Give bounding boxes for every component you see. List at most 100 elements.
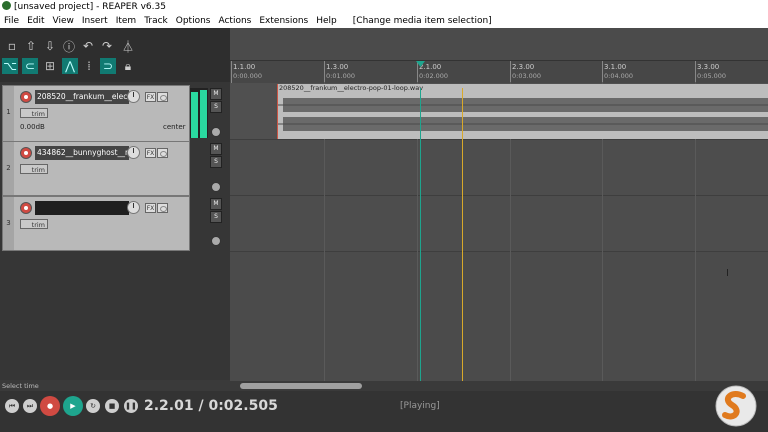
pause-button[interactable]: ❚❚ — [124, 399, 138, 413]
track-1[interactable]: 1 208520__frankum__elec FX trim 0.00dB c… — [2, 85, 190, 142]
ruler-time-label: 0:01.000 — [326, 72, 356, 80]
volume-knob[interactable] — [127, 201, 140, 214]
redo-icon[interactable]: ↷ — [99, 38, 115, 54]
repeat-button[interactable]: ↻ — [86, 399, 100, 413]
fx-bypass-button[interactable] — [157, 92, 168, 102]
metronome-icon[interactable]: ⏃ — [120, 38, 136, 54]
trim-button[interactable]: trim — [20, 108, 48, 118]
mute-button[interactable]: M — [210, 143, 222, 155]
ruler-tick — [231, 61, 232, 83]
record-arm-button[interactable] — [20, 91, 32, 103]
record-button[interactable]: ● — [40, 396, 60, 416]
item-grouping-icon[interactable]: ⊂ — [22, 58, 38, 74]
ruler-time-label: 0:05.000 — [697, 72, 727, 80]
goto-start-button[interactable]: ⏮ — [5, 399, 19, 413]
fx-button[interactable]: FX — [145, 148, 156, 158]
stop-button[interactable]: ■ — [105, 399, 119, 413]
envelope-points-icon[interactable]: ⁞ — [81, 58, 97, 74]
volume-knob[interactable] — [127, 146, 140, 159]
media-item[interactable]: 208520__frankum__electro-pop-01-loop.wav — [277, 84, 768, 139]
menu-item[interactable]: Item — [112, 14, 141, 28]
menu-options[interactable]: Options — [172, 14, 215, 28]
volume-knob[interactable] — [127, 90, 140, 103]
snap-grid-icon[interactable]: ⊞ — [42, 58, 58, 74]
menu-extensions[interactable]: Extensions — [255, 14, 312, 28]
track-name-field[interactable] — [35, 201, 129, 215]
menu-track[interactable]: Track — [140, 14, 172, 28]
menu-view[interactable]: View — [49, 14, 78, 28]
menu-edit[interactable]: Edit — [23, 14, 48, 28]
undo-icon[interactable]: ↶ — [80, 38, 96, 54]
track-name-field[interactable]: 208520__frankum__elec — [35, 90, 129, 104]
mouse-ibeam-icon: I — [726, 268, 729, 279]
play-cursor — [462, 88, 463, 408]
project-settings-icon[interactable]: ⓘ — [61, 38, 77, 54]
ruler-bar-label: 2.3.00 — [512, 63, 535, 71]
menu-message: [Change media item selection] — [352, 16, 492, 26]
mute-button[interactable]: M — [210, 198, 222, 210]
phase-icon[interactable] — [211, 236, 221, 246]
new-project-icon[interactable]: ▫ — [4, 38, 20, 54]
ruler-tick — [324, 61, 325, 83]
track-number[interactable]: 1 — [3, 86, 14, 141]
save-project-icon[interactable]: ⇩ — [42, 38, 58, 54]
track-lane-3[interactable] — [230, 196, 768, 252]
menu-file[interactable]: File — [0, 14, 23, 28]
menu-actions[interactable]: Actions — [214, 14, 255, 28]
solo-button[interactable]: S — [210, 156, 222, 168]
ruler-tick — [417, 61, 418, 83]
track-number[interactable]: 3 — [3, 197, 14, 250]
track-3[interactable]: 3 FX trim — [2, 196, 190, 251]
lock-icon[interactable]: 🔒︎ — [120, 58, 136, 74]
phase-icon[interactable] — [211, 182, 221, 192]
ripple-edit-icon[interactable]: ⌥ — [2, 58, 18, 74]
fx-bypass-button[interactable] — [157, 203, 168, 213]
goto-end-button[interactable]: ⏭ — [23, 399, 37, 413]
menu-help[interactable]: Help — [312, 14, 341, 28]
trim-button[interactable]: trim — [20, 219, 48, 229]
fx-button[interactable]: FX — [145, 92, 156, 102]
play-button[interactable]: ▶ — [63, 396, 83, 416]
track-2[interactable]: 2 434862__bunnyghost__r FX trim — [2, 141, 190, 196]
pan-readout: center — [163, 123, 186, 131]
meter-left-channel — [191, 92, 198, 138]
track-number[interactable]: 2 — [3, 142, 14, 195]
play-state: [Playing] — [400, 401, 440, 411]
edit-cursor[interactable] — [420, 88, 421, 408]
ruler-time-label: 0:00.000 — [233, 72, 263, 80]
fx-bypass-button[interactable] — [157, 148, 168, 158]
phase-icon[interactable] — [211, 127, 221, 137]
main-toolbar: ▫ ⇧ ⇩ ⓘ ↶ ↷ ⏃ ⌥ ⊂ ⊞ ⋀ ⁞ ⊃ 🔒︎ — [0, 28, 230, 82]
auto-crossfade-icon[interactable]: ⋀ — [62, 58, 78, 74]
track-lane-2[interactable] — [230, 140, 768, 196]
trim-button[interactable]: trim — [20, 164, 48, 174]
fx-button[interactable]: FX — [145, 203, 156, 213]
window-title: [unsaved project] - REAPER v6.35 — [14, 2, 166, 12]
timeline-ruler[interactable]: 1.1.00 0:00.000 1.3.00 0:01.000 2.1.00 0… — [230, 60, 768, 83]
track-name-field[interactable]: 434862__bunnyghost__r — [35, 146, 129, 160]
solo-button[interactable]: S — [210, 101, 222, 113]
mute-button[interactable]: M — [210, 88, 222, 100]
volume-readout: 0.00dB — [20, 123, 45, 131]
track-1-vu-meter — [190, 88, 208, 138]
meter-right-channel — [200, 90, 207, 138]
menu-insert[interactable]: Insert — [78, 14, 112, 28]
ruler-bar-label: 3.3.00 — [697, 63, 720, 71]
record-arm-button[interactable] — [20, 147, 32, 159]
ruler-bar-label: 3.1.00 — [604, 63, 627, 71]
ruler-tick — [602, 61, 603, 83]
loop-points-icon[interactable]: ⊃ — [100, 58, 116, 74]
horizontal-scrollbar[interactable] — [230, 381, 768, 391]
status-hint: Select time — [2, 382, 39, 390]
channel-logo-icon — [715, 385, 757, 427]
ruler-tick — [510, 61, 511, 83]
record-arm-button[interactable] — [20, 202, 32, 214]
menu-bar: File Edit View Insert Item Track Options Action… — [0, 14, 768, 28]
reaper-logo-icon — [2, 1, 11, 10]
arrange-view[interactable]: 1.1.00 0:00.000 1.3.00 0:01.000 2.1.00 0… — [230, 28, 768, 408]
solo-button[interactable]: S — [210, 211, 222, 223]
open-project-icon[interactable]: ⇧ — [23, 38, 39, 54]
ruler-time-label: 0:03.000 — [512, 72, 542, 80]
ruler-tick — [695, 61, 696, 83]
scrollbar-thumb[interactable] — [240, 383, 362, 389]
